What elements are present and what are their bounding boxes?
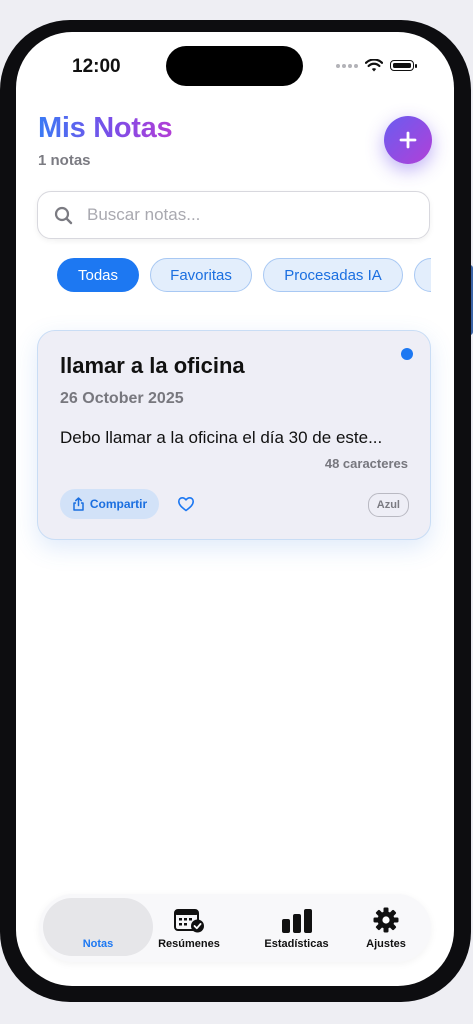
filter-chips: Todas Favoritas Procesadas IA (57, 258, 431, 294)
share-icon (73, 497, 84, 511)
note-color-dot (401, 348, 413, 360)
tab-bar: Notas Resúmenes Estadísticas Ajustes (39, 894, 431, 962)
filter-chip-favoritas[interactable]: Favoritas (150, 258, 252, 292)
filter-chip-more[interactable] (414, 258, 431, 292)
wifi-icon (365, 59, 383, 72)
share-label: Compartir (89, 497, 148, 511)
signal-icon (336, 63, 358, 68)
tab-ajustes[interactable]: Ajustes (346, 894, 426, 962)
note-preview: Debo llamar a la oficina el día 30 de es… (60, 428, 383, 447)
note-char-count: 48 caracteres (324, 456, 408, 471)
share-button[interactable]: Compartir (60, 489, 159, 519)
gear-icon (373, 907, 399, 933)
note-title: llamar a la oficina (60, 353, 245, 378)
filter-chip-procesadas-ia[interactable]: Procesadas IA (263, 258, 403, 292)
tab-label-resumenes: Resúmenes (158, 938, 220, 950)
tab-resumenes[interactable]: Resúmenes (153, 894, 225, 962)
filter-chip-todas[interactable]: Todas (57, 258, 139, 292)
tab-estadisticas[interactable]: Estadísticas (244, 894, 349, 962)
note-color-tag: Azul (367, 493, 409, 517)
tab-notas[interactable]: Notas (43, 894, 153, 962)
status-indicators (336, 59, 417, 72)
app-screen: 12:00 Mis Notas 1 notas Todas Favoritas … (16, 32, 454, 986)
search-field[interactable] (37, 191, 430, 239)
notes-count: 1 notas (38, 152, 91, 169)
battery-icon (390, 60, 417, 71)
favorite-heart-icon[interactable] (177, 495, 195, 513)
bar-chart-icon (281, 909, 312, 933)
note-date: 26 October 2025 (60, 390, 184, 407)
page-title: Mis Notas (38, 112, 173, 144)
dynamic-island (166, 46, 303, 86)
tab-label-notas: Notas (82, 938, 114, 950)
tab-label-ajustes: Ajustes (366, 938, 406, 950)
search-icon (54, 206, 73, 224)
status-time: 12:00 (72, 56, 121, 77)
note-card[interactable]: llamar a la oficina 26 October 2025 Debo… (37, 330, 431, 540)
calendar-check-icon (174, 909, 204, 933)
tab-label-estadisticas: Estadísticas (264, 938, 329, 950)
plus-icon (399, 131, 417, 149)
add-note-button[interactable] (384, 116, 432, 164)
search-input[interactable] (85, 204, 389, 226)
